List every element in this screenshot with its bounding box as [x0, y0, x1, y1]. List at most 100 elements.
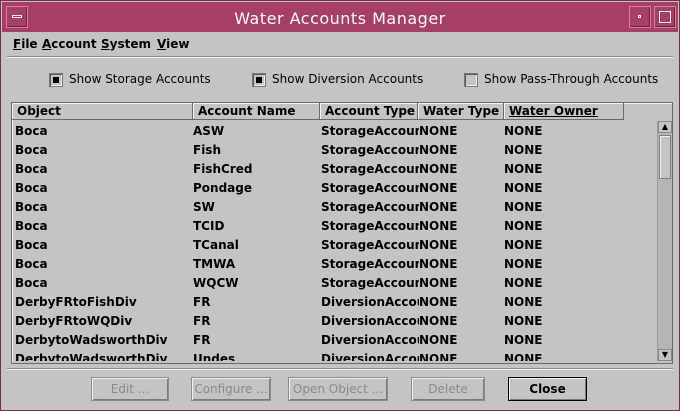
- table-cell: StorageAccount: [321, 257, 419, 271]
- table-row[interactable]: Boca WQCW StorageAccount NONE NONE: [12, 273, 656, 292]
- table-body: Boca ASW StorageAccount NONE NONE Boca Fish Sto…: [12, 121, 656, 361]
- column-header-account-name[interactable]: Account Name: [193, 103, 320, 120]
- table-cell: FR: [193, 333, 211, 347]
- table-cell: DiversionAccount: [321, 333, 419, 347]
- water-accounts-window: Water Accounts Manager File Account Syst…: [0, 0, 680, 411]
- table-cell: NONE: [419, 295, 458, 309]
- table-row[interactable]: Boca SW StorageAccount NONE NONE: [12, 197, 656, 216]
- table-cell: ASW: [193, 124, 225, 138]
- table-row[interactable]: Boca Pondage StorageAccount NONE NONE: [12, 178, 656, 197]
- table-row[interactable]: Boca TCID StorageAccount NONE NONE: [12, 216, 656, 235]
- delete-button[interactable]: Delete: [411, 377, 485, 401]
- table-cell: Pondage: [193, 181, 252, 195]
- table-cell: NONE: [419, 333, 458, 347]
- maximize-icon[interactable]: [654, 6, 676, 28]
- table-row[interactable]: Boca Fish StorageAccount NONE NONE: [12, 140, 656, 159]
- close-button[interactable]: Close: [508, 377, 587, 401]
- table-cell: Boca: [15, 219, 48, 233]
- accounts-table: Object Account Name Account Type Water T…: [11, 102, 673, 364]
- table-cell: NONE: [419, 124, 458, 138]
- table-cell: Boca: [15, 257, 48, 271]
- table-row[interactable]: Boca ASW StorageAccount NONE NONE: [12, 121, 656, 140]
- show-storage-checkbox[interactable]: [49, 73, 63, 87]
- table-cell: Boca: [15, 143, 48, 157]
- table-row[interactable]: DerbyFRtoFishDivFRDiversionAccountNONENO…: [12, 292, 656, 311]
- table-cell: StorageAccount: [321, 200, 419, 214]
- table-cell: Boca: [15, 200, 48, 214]
- table-row[interactable]: Boca TMWA StorageAccount NONE NONE: [12, 254, 656, 273]
- minimize-icon[interactable]: [629, 6, 651, 28]
- menu-file[interactable]: File: [13, 37, 38, 51]
- show-diversion-label: Show Diversion Accounts: [272, 72, 424, 86]
- table-cell: DerbyFRtoFishDiv: [15, 295, 137, 309]
- column-header-object[interactable]: Object: [12, 103, 193, 120]
- table-cell: NONE: [419, 238, 458, 252]
- menu-system[interactable]: System: [101, 37, 151, 51]
- table-cell: StorageAccount: [321, 143, 419, 157]
- table-cell: DerbytoWadsworthDiv: [15, 333, 168, 347]
- table-cell: StorageAccount: [321, 276, 419, 290]
- table-cell: NONE: [504, 314, 543, 328]
- table-cell: DiversionAccount: [321, 352, 419, 361]
- table-cell: Fish: [193, 143, 221, 157]
- table-cell: NONE: [419, 219, 458, 233]
- table-row[interactable]: Boca FishCred StorageAccount NONE NONE: [12, 159, 656, 178]
- table-cell: Boca: [15, 238, 48, 252]
- scrollbar-thumb[interactable]: [659, 135, 671, 179]
- table-cell: NONE: [504, 276, 543, 290]
- open-object-button[interactable]: Open Object ...: [288, 377, 388, 401]
- column-header-water-type[interactable]: Water Type: [418, 103, 504, 120]
- column-header-water-owner[interactable]: Water Owner: [504, 103, 624, 120]
- table-cell: FR: [193, 314, 211, 328]
- table-cell: DiversionAccount: [321, 295, 419, 309]
- table-cell: FishCred: [193, 162, 253, 176]
- table-cell: DerbyFRtoWQDiv: [15, 314, 133, 328]
- menu-account[interactable]: Account: [42, 37, 97, 51]
- table-cell: DiversionAccount: [321, 314, 419, 328]
- table-cell: Undes: [193, 352, 236, 361]
- show-passthrough-label: Show Pass-Through Accounts: [484, 72, 659, 86]
- table-cell: NONE: [419, 181, 458, 195]
- table-cell: NONE: [504, 219, 543, 233]
- table-cell: Boca: [15, 181, 48, 195]
- table-row[interactable]: DerbytoWadsworthDivFRDiversionAccountNON…: [12, 330, 656, 349]
- table-cell: TCID: [193, 219, 225, 233]
- table-cell: NONE: [504, 143, 543, 157]
- scroll-up-arrow-icon[interactable]: ▲: [658, 121, 672, 133]
- table-row[interactable]: DerbytoWadsworthDiv Undes DiversionAccount…: [12, 349, 656, 361]
- table-cell: StorageAccount: [321, 238, 419, 252]
- table-cell: NONE: [504, 352, 543, 361]
- menu-bar: File Account System View: [7, 34, 673, 57]
- table-cell: StorageAccount: [321, 219, 419, 233]
- table-cell: NONE: [419, 162, 458, 176]
- table-cell: NONE: [419, 352, 458, 361]
- table-cell: Boca: [15, 276, 48, 290]
- table-cell: NONE: [504, 200, 543, 214]
- table-cell: StorageAccount: [321, 162, 419, 176]
- table-row[interactable]: Boca TCanal StorageAccount NONE NONE: [12, 235, 656, 254]
- table-cell: Boca: [15, 162, 48, 176]
- table-row[interactable]: DerbyFRtoWQDivFRDiversionAccountNONENONE: [12, 311, 656, 330]
- table-cell: NONE: [504, 124, 543, 138]
- edit-button[interactable]: Edit ...: [91, 377, 169, 401]
- table-cell: NONE: [504, 181, 543, 195]
- table-cell: FR: [193, 295, 211, 309]
- configure-button[interactable]: Configure ...: [191, 377, 271, 401]
- table-cell: StorageAccount: [321, 181, 419, 195]
- menu-view[interactable]: View: [157, 37, 189, 51]
- table-cell: NONE: [419, 257, 458, 271]
- button-separator: [7, 368, 673, 370]
- table-cell: NONE: [419, 200, 458, 214]
- table-cell: NONE: [504, 333, 543, 347]
- table-cell: NONE: [504, 162, 543, 176]
- title-bar[interactable]: Water Accounts Manager: [2, 2, 678, 32]
- table-cell: TCanal: [193, 238, 239, 252]
- table-cell: NONE: [419, 143, 458, 157]
- vertical-scrollbar[interactable]: ▲ ▼: [657, 121, 672, 361]
- column-header-account-type[interactable]: Account Type: [320, 103, 418, 120]
- show-passthrough-checkbox[interactable]: [464, 73, 478, 87]
- show-diversion-checkbox[interactable]: [252, 73, 266, 87]
- scroll-down-arrow-icon[interactable]: ▼: [658, 349, 672, 361]
- table-cell: NONE: [504, 257, 543, 271]
- show-storage-label: Show Storage Accounts: [69, 72, 211, 86]
